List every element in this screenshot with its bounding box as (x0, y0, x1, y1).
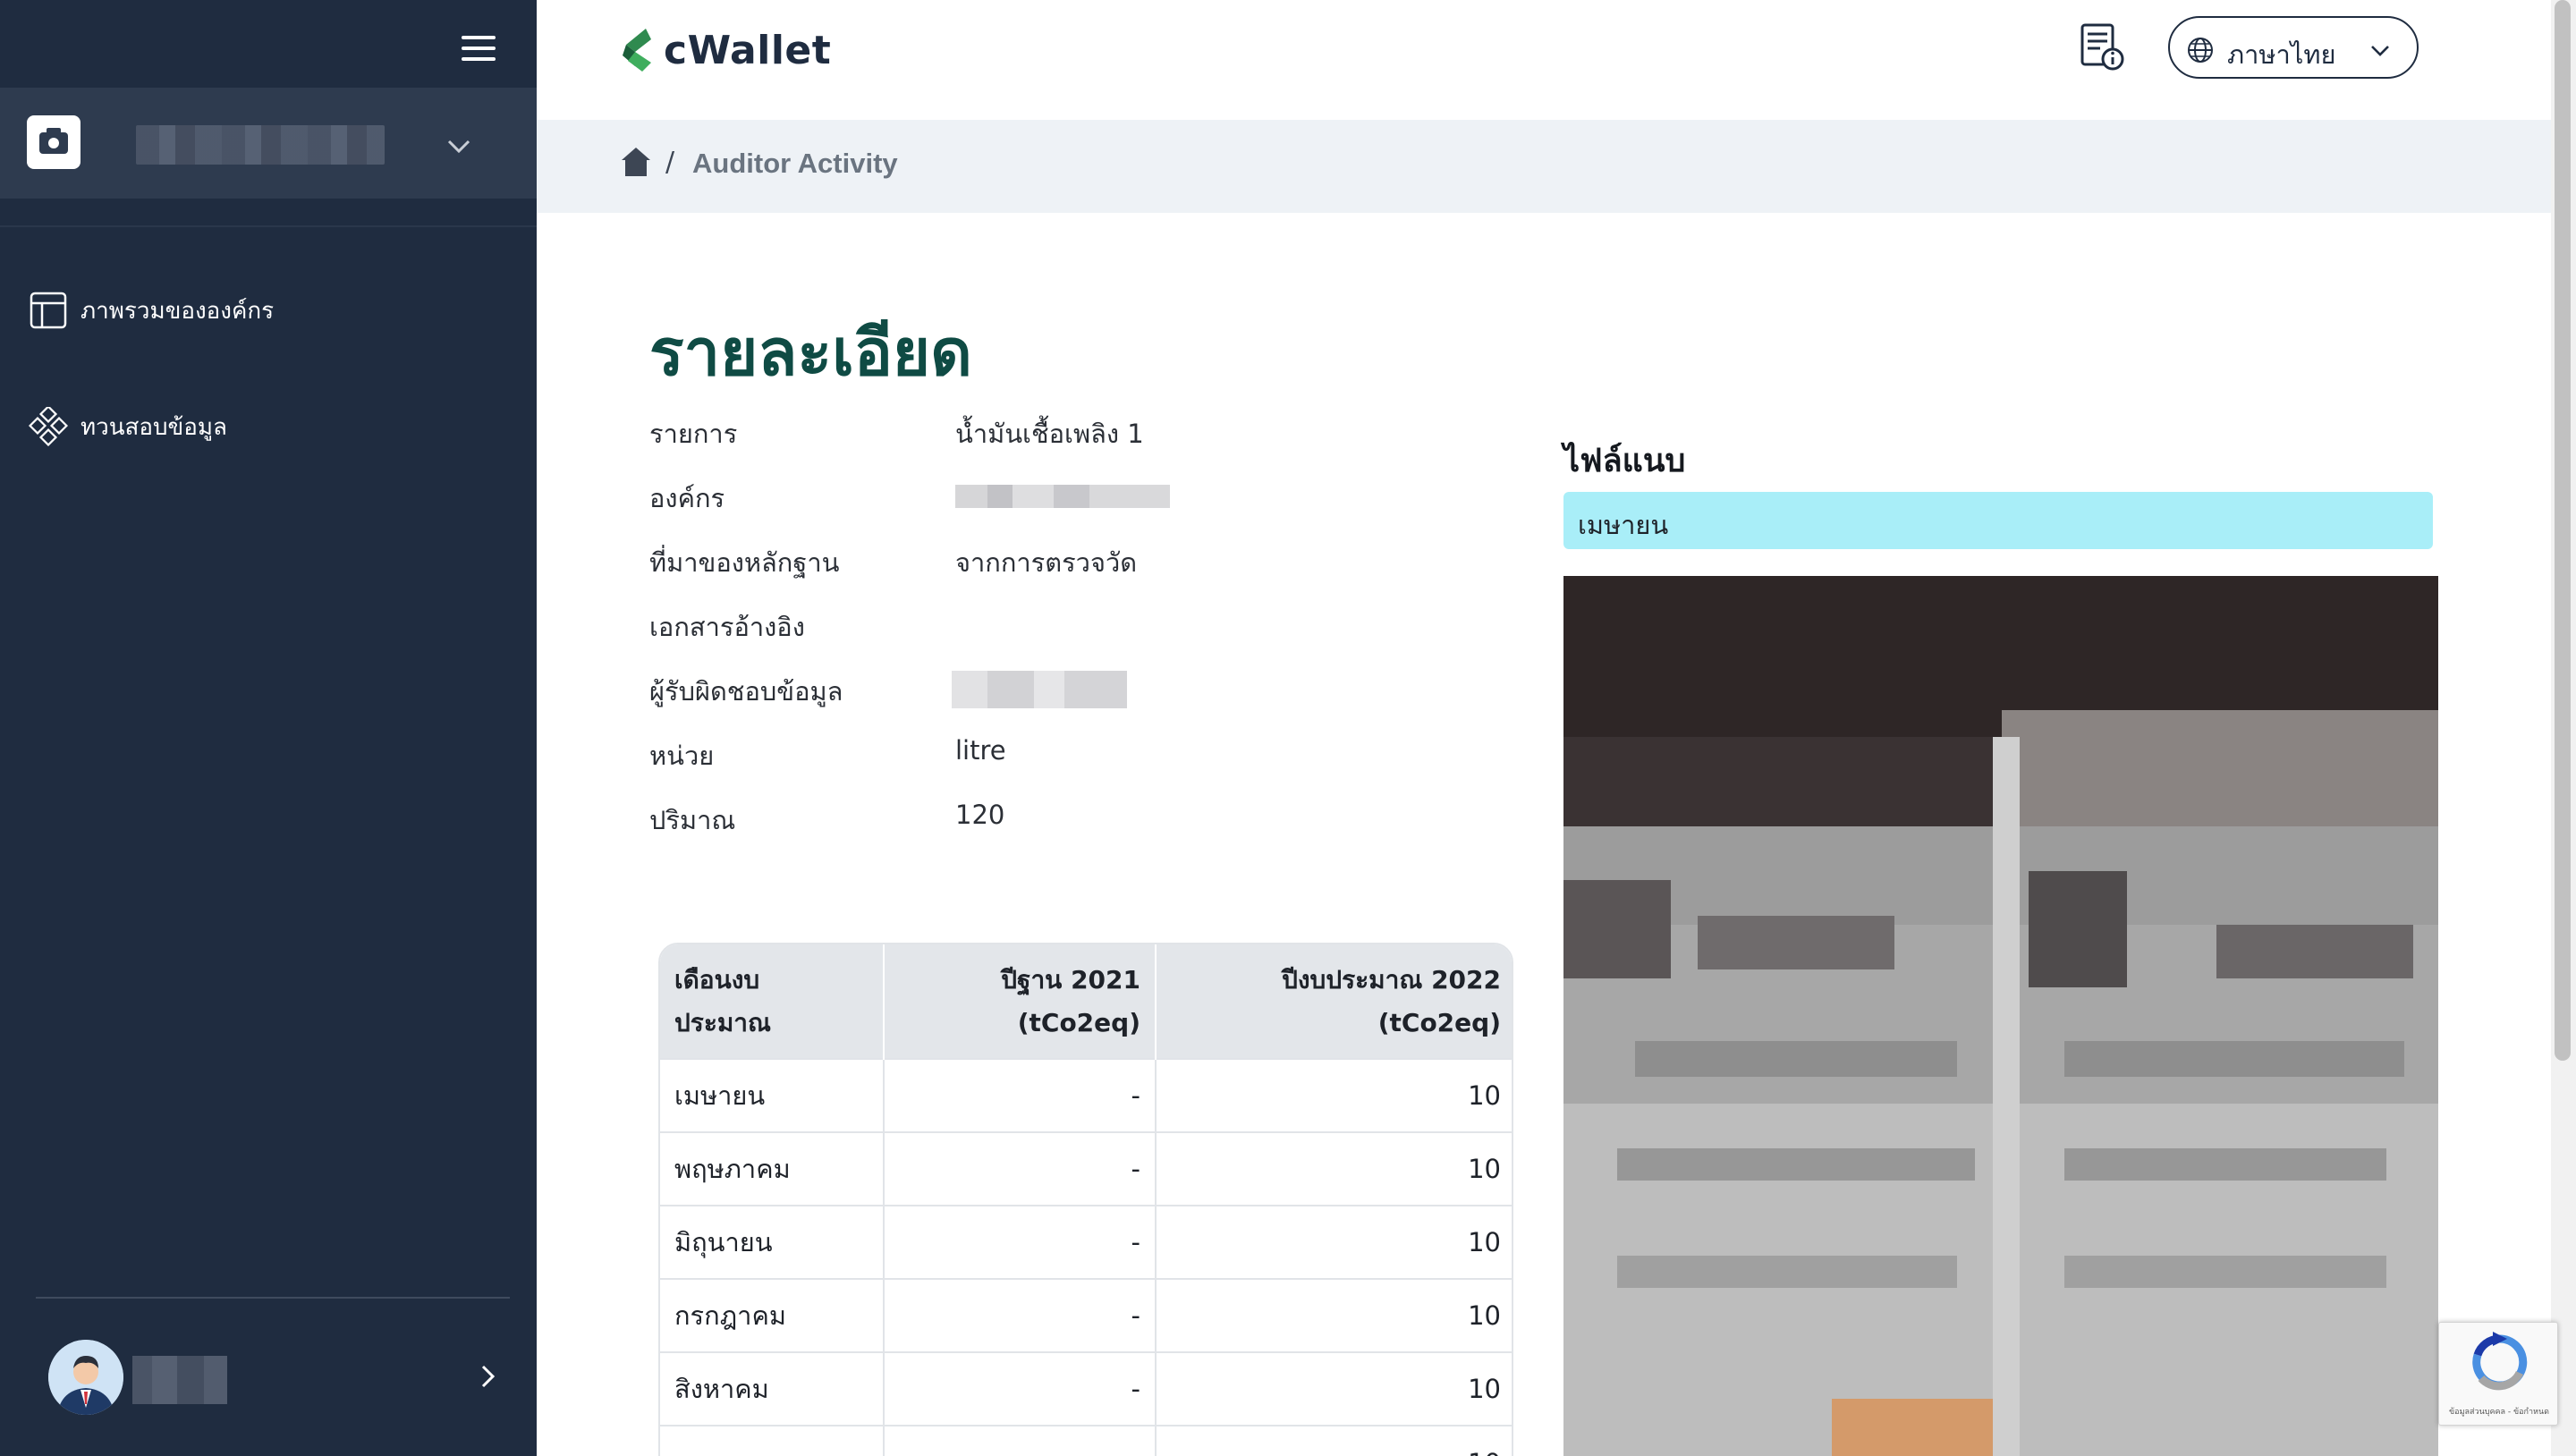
attachment-month-header[interactable]: เมษายน (1563, 492, 2433, 549)
verify-icon (29, 407, 68, 446)
table-row: สิงหาคม - 10 (660, 1351, 1512, 1426)
detail-label: ปริมาณ (649, 805, 736, 835)
sidebar-item-label: ภาพรวมขององค์กร (80, 297, 275, 325)
detail-row: ปริมาณ 120 (649, 800, 1544, 842)
table-header-row: เดือนงบ ประมาณ ปีฐาน 2021 (tCo2eq) ปีงบประ… (660, 944, 1512, 1059)
responsible-person-redacted (952, 671, 1127, 708)
detail-value: น้ำมันเชื้อเพลิง 1 (955, 419, 1144, 449)
table-row: กรกฎาคม - 10 (660, 1278, 1512, 1352)
detail-row: เอกสารอ้างอิง (649, 606, 1544, 649)
breadcrumb: / Auditor Activity (537, 120, 2551, 213)
audit-document-icon[interactable] (2075, 21, 2127, 73)
sidebar-footer-divider (36, 1297, 510, 1299)
scrollbar-thumb[interactable] (2555, 0, 2571, 1061)
chevron-down-icon (2371, 46, 2389, 56)
attachments-title: ไฟล์แนบ (1563, 443, 1686, 479)
table-row: 10 (660, 1425, 1512, 1456)
detail-row: ผู้รับผิดชอบข้อมูล (649, 671, 1544, 714)
brand-name: cWallet (664, 27, 832, 73)
cell-month: พฤษภาคม (660, 1131, 885, 1206)
detail-value: 120 (955, 800, 1005, 830)
detail-label: เอกสารอ้างอิง (649, 612, 805, 642)
home-icon[interactable] (619, 145, 653, 179)
sidebar-item-label: ทวนสอบข้อมูล (80, 413, 227, 441)
column-header-base-year: ปีฐาน 2021 (tCo2eq) (884, 944, 1157, 1059)
column-header-budget-year: ปีงบประมาณ 2022 (tCo2eq) (1156, 944, 1512, 1059)
detail-row: หน่วย litre (649, 735, 1544, 778)
page-title: รายละเอียด (649, 315, 972, 390)
attachment-image-redacted[interactable] (1563, 576, 2438, 1456)
cell-month (660, 1425, 885, 1456)
cell-budget: 10 (1156, 1351, 1512, 1426)
main-content: cWallet ภาษาไทย / Auditor Activity รายละ… (537, 0, 2551, 1456)
recaptcha-note[interactable]: ข้อมูลส่วนบุคคล - ข้อกำหนด (2443, 1405, 2555, 1418)
table-row: เมษายน - 10 (660, 1058, 1512, 1132)
camera-icon (27, 115, 80, 169)
cell-budget: 10 (1156, 1278, 1512, 1352)
cell-month: สิงหาคม (660, 1351, 885, 1426)
cell-month: กรกฎาคม (660, 1278, 885, 1352)
recaptcha-badge[interactable]: ข้อมูลส่วนบุคคล - ข้อกำหนด (2438, 1322, 2558, 1426)
cell-budget: 10 (1156, 1425, 1512, 1456)
sidebar-divider (0, 225, 537, 227)
breadcrumb-separator: / (665, 147, 675, 178)
pixelated-photo (1563, 576, 2438, 1456)
column-header-month: เดือนงบ ประมาณ (660, 944, 885, 1059)
top-bar: cWallet ภาษาไทย (537, 0, 2551, 120)
brand-logo[interactable]: cWallet (619, 25, 831, 75)
layout-icon (30, 292, 67, 329)
cell-month: มิถุนายน (660, 1205, 885, 1279)
cell-month: เมษายน (660, 1058, 885, 1132)
detail-row: องค์กร (649, 478, 1544, 521)
language-label: ภาษาไทย (2227, 39, 2336, 70)
cell-base: - (884, 1058, 1157, 1132)
avatar[interactable] (48, 1340, 123, 1415)
cell-base (884, 1425, 1157, 1456)
chevron-right-icon[interactable] (474, 1363, 501, 1390)
globe-icon (2188, 38, 2213, 63)
organization-value-redacted (955, 485, 1170, 508)
sidebar: ภาพรวมขององค์กร ทวนสอบข้อมูล (0, 0, 537, 1456)
recaptcha-icon (2472, 1332, 2528, 1391)
cell-budget: 10 (1156, 1205, 1512, 1279)
table-row: พฤษภาคม - 10 (660, 1131, 1512, 1206)
detail-row: ที่มาของหลักฐาน จากการตรวจวัด (649, 542, 1544, 585)
chevron-down-icon[interactable] (445, 132, 472, 159)
detail-label: ผู้รับผิดชอบข้อมูล (649, 676, 843, 707)
budget-table: เดือนงบ ประมาณ ปีฐาน 2021 (tCo2eq) ปีงบประ… (658, 943, 1513, 1456)
attachment-month-label: เมษายน (1578, 510, 1669, 540)
detail-value: จากการตรวจวัด (955, 547, 1138, 578)
breadcrumb-current: Auditor Activity (692, 148, 898, 179)
menu-toggle-icon[interactable] (458, 32, 501, 64)
cell-base: - (884, 1351, 1157, 1426)
detail-label: หน่วย (649, 741, 715, 771)
cell-budget: 10 (1156, 1131, 1512, 1206)
cwallet-logo-icon (623, 29, 651, 72)
detail-value: litre (955, 735, 1006, 766)
detail-label: องค์กร (649, 483, 725, 513)
user-avatar-icon (48, 1340, 123, 1415)
organization-name-redacted (136, 125, 385, 165)
sidebar-item-verify[interactable]: ทวนสอบข้อมูล (0, 395, 537, 458)
detail-row: รายการ น้ำมันเชื้อเพลิง 1 (649, 413, 1544, 456)
detail-label: รายการ (649, 419, 738, 449)
cell-base: - (884, 1205, 1157, 1279)
cell-base: - (884, 1131, 1157, 1206)
cell-base: - (884, 1278, 1157, 1352)
sidebar-item-overview[interactable]: ภาพรวมขององค์กร (0, 279, 537, 342)
language-select[interactable]: ภาษาไทย (2168, 16, 2419, 79)
user-name-redacted (132, 1356, 227, 1404)
sidebar-header (0, 0, 537, 88)
table-row: มิถุนายน - 10 (660, 1205, 1512, 1279)
detail-label: ที่มาของหลักฐาน (649, 547, 840, 578)
cell-budget: 10 (1156, 1058, 1512, 1132)
